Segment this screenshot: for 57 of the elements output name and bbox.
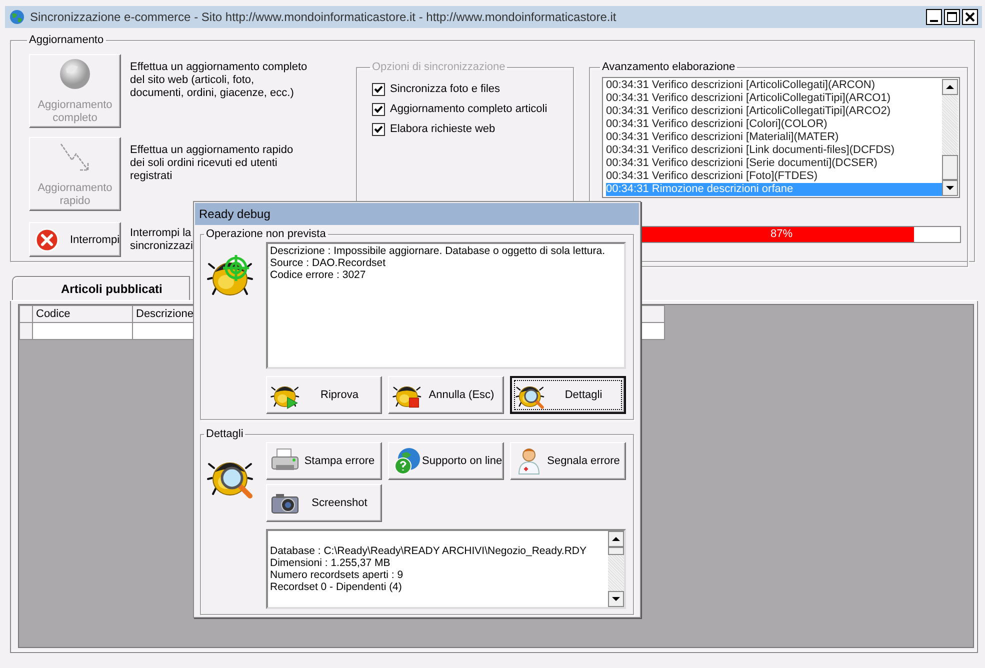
retry-button[interactable]: Riprova (266, 376, 382, 414)
description-text: Interrompi la sincronizzazi (130, 226, 193, 254)
scroll-up-icon[interactable] (942, 79, 958, 95)
screenshot-button[interactable]: Screenshot (266, 484, 382, 522)
info-line: Database : C:\Ready\Ready\READY ARCHIVI\Negozio_Ready.RDY (270, 545, 588, 557)
details-button[interactable]: Dettagli (510, 376, 626, 414)
scroll-up-icon[interactable] (608, 531, 624, 547)
info-line: Dimensioni : 1.255,37 MB (270, 557, 392, 569)
group-title: Aggiornamento (28, 34, 105, 46)
stop-button[interactable]: Interrompi (29, 222, 121, 257)
tab[interactable]: Articoli pubblicati (12, 276, 190, 300)
message-line: Codice errore : 3027 (270, 269, 367, 281)
log-item[interactable]: 00:34:31 Verifico descrizioni [Link documenti-files](DCFDS) (606, 144, 942, 157)
support-button[interactable]: Supporto on line (388, 442, 504, 480)
maximize-icon[interactable] (944, 9, 960, 25)
group-title: Operazione non prevista (205, 228, 327, 240)
description-text: Effettua un aggiornamento completo del sito web (articoli, foto, documenti, ordini, giacenze, ecc.) (130, 60, 308, 101)
log-item[interactable]: 00:34:31 Verifico descrizioni [Materiali](MATER) (606, 131, 942, 144)
row-header (20, 322, 32, 340)
group-title: Avanzamento elaborazione (601, 61, 736, 73)
log-item[interactable]: 00:34:31 Verifico descrizioni [ArticoliCollegatiTipi](ARCO2) (606, 105, 942, 118)
scrollbar[interactable] (608, 531, 624, 607)
column-header[interactable]: Codice (32, 306, 132, 322)
log-item[interactable]: 00:34:31 Verifico descrizioni [Serie documenti](DCSER) (606, 157, 942, 170)
sphere-icon (58, 57, 92, 91)
log-list[interactable] (602, 77, 960, 198)
info-line: Recordset 0 - Dipendenti (4) (270, 581, 403, 593)
report-button[interactable]: Segnala errore (510, 442, 626, 480)
globe-icon (392, 446, 422, 476)
close-icon[interactable] (962, 9, 978, 25)
checkbox-label: Sincronizza foto e files (390, 83, 500, 95)
progress-reading: 87% (770, 228, 793, 240)
log-item[interactable]: 00:34:31 Verifico descrizioni [ArticoliCollegati](ARCON) (606, 79, 942, 92)
checkbox-label: Aggiornamento completo articoli (390, 103, 548, 115)
print-button[interactable]: Stampa errore (266, 442, 382, 480)
info-line: Numero recordsets aperti : 9 (270, 569, 404, 581)
scroll-thumb[interactable] (608, 547, 624, 555)
log-item[interactable]: 00:34:31 Verifico descrizioni [Colori](COLOR) (606, 118, 942, 131)
close-icon (34, 226, 60, 252)
scroll-down-icon[interactable] (942, 180, 958, 196)
description-text: Effettua un aggiornamento rapido dei soli ordini ricevuti ed utenti registrati (130, 143, 294, 184)
window-title: Sincronizzazione e-commerce - Sito http://www.mondoinformaticastore.it - http://www.mondoinformaticastore.it (30, 10, 616, 24)
cancel-button[interactable]: Annulla (Esc) (388, 376, 504, 414)
table-corner (20, 306, 32, 322)
checkbox-label: Elabora richieste web (390, 123, 496, 135)
scrollbar[interactable] (942, 79, 958, 196)
scroll-thumb[interactable] (942, 155, 958, 180)
group-title: Opzioni di sincronizzazione (371, 61, 506, 73)
dialog-title: Ready debug (195, 203, 639, 225)
minimize-icon[interactable] (926, 9, 942, 25)
log-item[interactable]: 00:34:31 Verifico descrizioni [Foto](FTDES) (606, 170, 942, 183)
globe-icon (9, 9, 25, 25)
message-line: Descrizione : Impossibile aggiornare. Database o oggetto di sola lettura. (270, 245, 606, 257)
group-title: Dettagli (205, 428, 244, 440)
message-line: Source : DAO.Recordset (270, 257, 387, 269)
scroll-down-icon[interactable] (608, 591, 624, 607)
log-item[interactable]: 00:34:31 Verifico descrizioni [ArticoliCollegatiTipi](ARCO1) (606, 92, 942, 105)
